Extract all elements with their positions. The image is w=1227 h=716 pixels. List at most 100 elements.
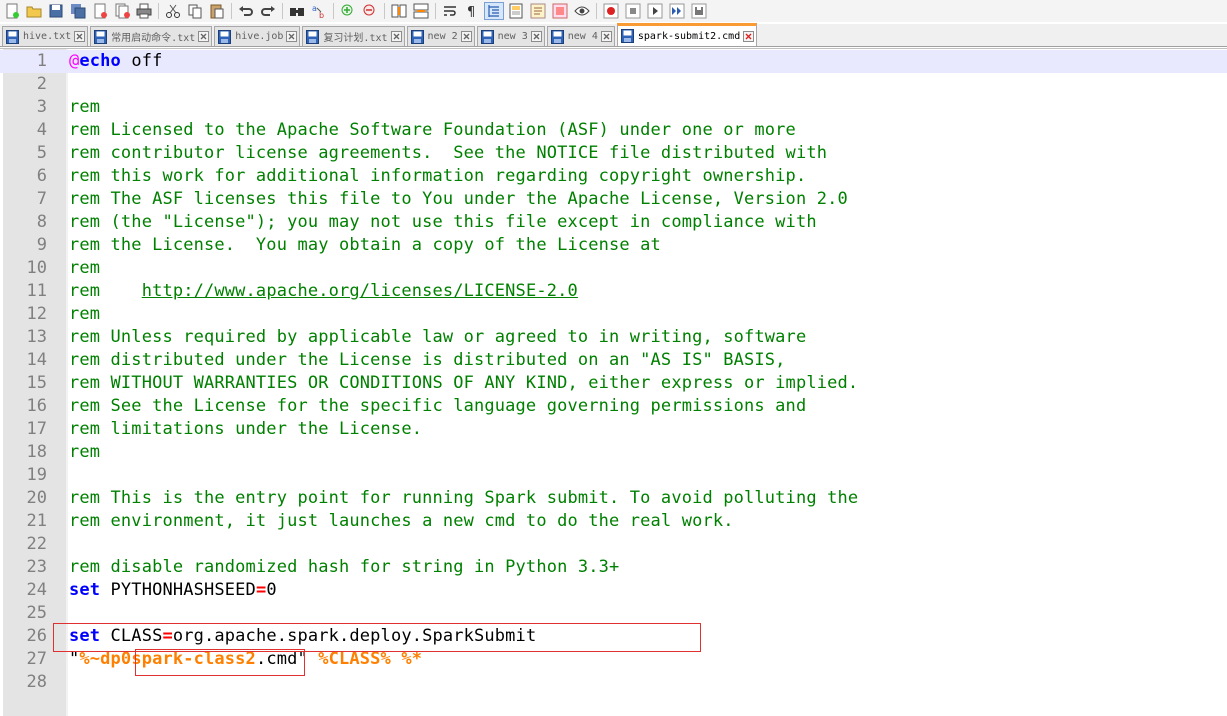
close-tab-icon[interactable]: [743, 30, 755, 42]
paste-button[interactable]: [207, 2, 227, 20]
line-text: rem the License. You may obtain a copy o…: [69, 234, 661, 257]
monitoring-eye-button[interactable]: [572, 2, 592, 20]
record-macro-button[interactable]: [601, 2, 621, 20]
code-line[interactable]: 14 rem distributed under the License is d…: [0, 349, 1227, 372]
save-macro-button[interactable]: [689, 2, 709, 20]
code-token: rem: [69, 304, 101, 324]
code-line[interactable]: 7 rem The ASF licenses this file to You u…: [0, 188, 1227, 211]
sync-vertical-button[interactable]: [389, 2, 409, 20]
redo-button[interactable]: [258, 2, 278, 20]
code-line[interactable]: 22: [0, 533, 1227, 556]
find-button[interactable]: [287, 2, 307, 20]
tab-label: new 4: [567, 31, 598, 42]
code-line[interactable]: 3 rem: [0, 96, 1227, 119]
code-line[interactable]: 2: [0, 73, 1227, 96]
tab-1[interactable]: 常用启动命令.txt: [90, 26, 213, 46]
code-line[interactable]: 23 rem disable randomized hash for string…: [0, 556, 1227, 579]
save-button[interactable]: [46, 2, 66, 20]
stop-macro-button[interactable]: [623, 2, 643, 20]
line-number: 26: [26, 626, 47, 646]
tab-4[interactable]: new 2: [406, 26, 475, 46]
tab-7[interactable]: spark-submit2.cmd: [616, 23, 758, 46]
license-link[interactable]: http://www.apache.org/licenses/LICENSE-2…: [142, 281, 578, 301]
stop-macro-icon: [625, 3, 641, 19]
toolbar-separator: [158, 3, 159, 19]
close-tab-icon[interactable]: [286, 31, 298, 42]
tab-5[interactable]: new 3: [476, 26, 545, 46]
show-all-characters-button[interactable]: ¶: [462, 2, 482, 20]
code-line[interactable]: 27 "%~dp0spark-class2.cmd" %CLASS% %*: [0, 648, 1227, 671]
word-wrap-button[interactable]: [440, 2, 460, 20]
code-line[interactable]: 6 rem this work for additional informatio…: [0, 165, 1227, 188]
code-token: rem Licensed to the Apache Software Foun…: [69, 120, 796, 140]
play-macro-button[interactable]: [645, 2, 665, 20]
line-text: "%~dp0spark-class2.cmd" %CLASS% %*: [69, 648, 422, 671]
close-all-button[interactable]: [112, 2, 132, 20]
code-line[interactable]: 11 rem http://www.apache.org/licenses/LIC…: [0, 280, 1227, 303]
code-line[interactable]: 19: [0, 464, 1227, 487]
code-line[interactable]: 20 rem This is the entry point for runnin…: [0, 487, 1227, 510]
tab-3[interactable]: 复习计划.txt: [302, 26, 405, 46]
line-number: 13: [26, 327, 47, 347]
save-all-button[interactable]: [68, 2, 88, 20]
undo-button[interactable]: [236, 2, 256, 20]
function-list-button[interactable]: [528, 2, 548, 20]
zoom-in-button[interactable]: [338, 2, 358, 20]
line-number: 18: [26, 442, 47, 462]
record-macro-icon: [603, 3, 619, 19]
code-line[interactable]: 4 rem Licensed to the Apache Software Fou…: [0, 119, 1227, 142]
code-line[interactable]: 21 rem environment, it just launches a ne…: [0, 510, 1227, 533]
open-file-button[interactable]: [24, 2, 44, 20]
code-line[interactable]: 24 set PYTHONHASHSEED=0: [0, 579, 1227, 602]
tab-label: new 3: [497, 31, 528, 42]
folder-workspace-button[interactable]: [550, 2, 570, 20]
indent-guide-icon: [488, 5, 499, 17]
document-map-button[interactable]: [506, 2, 526, 20]
tab-label: hive.job: [235, 31, 284, 42]
sync-horizontal-button[interactable]: [411, 2, 431, 20]
save-icon: [49, 4, 63, 18]
print-button[interactable]: [134, 2, 154, 20]
code-line[interactable]: 1 @echo off: [0, 50, 1227, 73]
code-editor[interactable]: 1 @echo off 2 3 rem 4 rem Licensed to the Apac…: [0, 48, 1227, 716]
line-number: 9: [36, 235, 47, 255]
zoom-out-button[interactable]: [360, 2, 380, 20]
new-file-button[interactable]: [2, 2, 22, 20]
code-line[interactable]: 28: [0, 671, 1227, 694]
close-tab-icon[interactable]: [74, 31, 86, 42]
code-line[interactable]: 10 rem: [0, 257, 1227, 280]
code-token: @: [69, 51, 80, 71]
code-token: =: [162, 626, 173, 646]
code-token: rem: [69, 97, 101, 117]
replace-button[interactable]: ab: [309, 2, 329, 20]
code-line[interactable]: 12 rem: [0, 303, 1227, 326]
indent-guide-button[interactable]: [484, 2, 504, 20]
code-line[interactable]: 26 set CLASS=org.apache.spark.deploy.Spar…: [0, 625, 1227, 648]
tab-0[interactable]: hive.txt: [2, 26, 89, 46]
code-line[interactable]: 8 rem (the "License"); you may not use th…: [0, 211, 1227, 234]
line-text: rem limitations under the License.: [69, 418, 422, 441]
code-line[interactable]: 15 rem WITHOUT WARRANTIES OR CONDITIONS O…: [0, 372, 1227, 395]
code-token: rem: [69, 442, 101, 462]
code-line[interactable]: 18 rem: [0, 441, 1227, 464]
code-line[interactable]: 16 rem See the License for the specific l…: [0, 395, 1227, 418]
code-lines[interactable]: 1 @echo off 2 3 rem 4 rem Licensed to the Apac…: [0, 50, 1227, 694]
close-tab-icon[interactable]: [390, 31, 402, 42]
code-line[interactable]: 13 rem Unless required by applicable law …: [0, 326, 1227, 349]
close-tab-icon[interactable]: [198, 31, 210, 42]
close-tab-icon[interactable]: [460, 31, 472, 42]
tab-6[interactable]: new 4: [546, 26, 615, 46]
save-macro-icon: [691, 3, 707, 19]
close-tab-icon[interactable]: [600, 31, 612, 42]
code-line[interactable]: 17 rem limitations under the License.: [0, 418, 1227, 441]
code-line[interactable]: 25: [0, 602, 1227, 625]
code-line[interactable]: 5 rem contributor license agreements. See…: [0, 142, 1227, 165]
tab-2[interactable]: hive.job: [214, 26, 301, 46]
run-macro-multiple-button[interactable]: [667, 2, 687, 20]
cut-button[interactable]: [163, 2, 183, 20]
close-button[interactable]: [90, 2, 110, 20]
close-tab-icon[interactable]: [530, 31, 542, 42]
copy-button[interactable]: [185, 2, 205, 20]
code-line[interactable]: 9 rem the License. You may obtain a copy …: [0, 234, 1227, 257]
